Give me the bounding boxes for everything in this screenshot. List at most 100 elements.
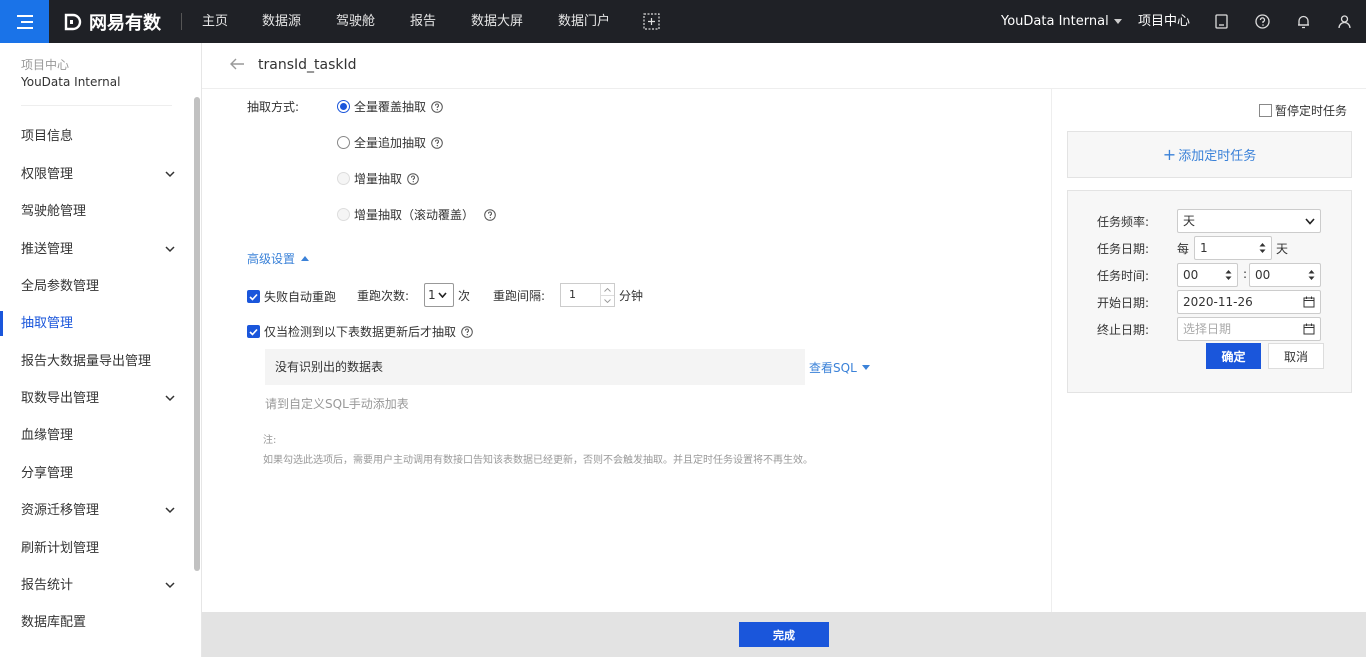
radio-incremental-rolling[interactable]: 增量抽取（滚动覆盖） xyxy=(337,206,496,223)
hour-input[interactable]: 00 xyxy=(1177,263,1238,287)
view-sql-toggle[interactable]: 查看SQL xyxy=(809,359,870,376)
radio-circle xyxy=(337,136,350,149)
number-spinner[interactable] xyxy=(600,284,614,306)
book-icon[interactable] xyxy=(1213,13,1230,30)
spin-down-icon[interactable] xyxy=(604,299,611,303)
sidebar-item-label: 项目信息 xyxy=(21,129,74,144)
logo[interactable]: 网易有数 xyxy=(63,0,161,43)
logo-mark-icon xyxy=(64,13,82,30)
freq-select[interactable]: 天 xyxy=(1177,209,1321,233)
spinner-icon[interactable] xyxy=(1259,242,1266,254)
chevron-down-icon xyxy=(438,292,447,298)
project-switcher[interactable]: YouData Internal xyxy=(1001,0,1122,43)
retry-count-select[interactable]: 1 xyxy=(424,283,454,307)
radio-label: 增量抽取 xyxy=(354,172,403,186)
spinner-icon[interactable] xyxy=(1225,269,1232,281)
add-frame-icon[interactable] xyxy=(643,13,660,30)
sidebar-item-cockpit[interactable]: 驾驶舱管理 xyxy=(0,193,195,230)
auto-retry-checkbox[interactable]: 失败自动重跑 xyxy=(247,288,336,305)
start-date-input[interactable]: 2020-11-26 xyxy=(1177,290,1321,314)
sidebar-scrollbar[interactable] xyxy=(194,97,200,571)
spinner-icon[interactable] xyxy=(1308,269,1315,281)
checkbox-unchecked-icon xyxy=(1259,104,1272,117)
sidebar-item-lineage[interactable]: 血缘管理 xyxy=(0,417,195,454)
nav-cockpit[interactable]: 驾驶舱 xyxy=(336,0,375,43)
radio-incremental[interactable]: 增量抽取 xyxy=(337,170,419,187)
done-button[interactable]: 完成 xyxy=(739,622,829,647)
chevron-down-icon xyxy=(1113,19,1122,24)
detected-tables-box: 没有识别出的数据表 xyxy=(265,349,805,385)
chevron-down-icon xyxy=(165,171,175,178)
nav-divider xyxy=(181,13,182,30)
chevron-down-icon xyxy=(165,582,175,589)
sidebar-item-extract[interactable]: 抽取管理 xyxy=(0,305,195,342)
add-schedule-button[interactable]: + 添加定时任务 xyxy=(1067,131,1352,178)
question-circle-icon[interactable] xyxy=(461,325,473,338)
menu-toggle-button[interactable] xyxy=(0,0,49,43)
nav-report[interactable]: 报告 xyxy=(410,0,436,43)
radio-label: 全量追加抽取 xyxy=(354,136,427,150)
project-center-link[interactable]: 项目中心 xyxy=(1138,0,1190,43)
sidebar-header: 项目中心 YouData Internal xyxy=(21,57,120,91)
nav-home[interactable]: 主页 xyxy=(202,0,228,43)
nav-portal[interactable]: 数据门户 xyxy=(558,0,610,43)
date-number-value: 1 xyxy=(1200,241,1208,255)
question-circle-icon[interactable] xyxy=(484,208,496,221)
sidebar-item-label: 权限管理 xyxy=(21,167,74,182)
radio-full-append[interactable]: 全量追加抽取 xyxy=(337,134,443,151)
calendar-icon[interactable] xyxy=(1303,296,1315,308)
sidebar-item-global-params[interactable]: 全局参数管理 xyxy=(0,268,195,305)
sidebar-item-permission[interactable]: 权限管理 xyxy=(0,156,195,193)
spin-up-icon[interactable] xyxy=(604,287,611,292)
sidebar-item-label: 分享管理 xyxy=(21,466,74,481)
question-circle-icon[interactable] xyxy=(431,100,443,113)
question-circle-icon[interactable] xyxy=(407,172,419,185)
help-icon[interactable] xyxy=(1254,13,1271,30)
schedule-panel: 暂停定时任务 + 添加定时任务 任务频率: 天 任务日期: 每 1 天 任务时间… xyxy=(1051,89,1366,612)
detect-update-label: 仅当检测到以下表数据更新后才抽取 xyxy=(264,325,457,339)
start-date-label: 开始日期: xyxy=(1097,296,1150,310)
sidebar-item-label: 刷新计划管理 xyxy=(21,541,100,556)
checkbox-checked-icon xyxy=(247,325,260,338)
question-circle-icon[interactable] xyxy=(431,136,443,149)
back-arrow-icon[interactable] xyxy=(229,57,245,71)
sidebar-item-label: 全局参数管理 xyxy=(21,279,100,294)
extract-mode-label: 抽取方式: xyxy=(247,100,300,114)
sidebar: 项目中心 YouData Internal 项目信息 权限管理 驾驶舱管理 推送… xyxy=(0,43,202,657)
advanced-settings-label: 高级设置 xyxy=(247,252,296,266)
retry-interval-input[interactable]: 1 xyxy=(560,283,615,307)
chevron-down-icon xyxy=(1305,218,1315,225)
checkbox-checked-icon xyxy=(247,290,260,303)
radio-label: 增量抽取（滚动覆盖） xyxy=(354,208,475,222)
advanced-settings-toggle[interactable]: 高级设置 xyxy=(247,250,310,267)
user-icon[interactable] xyxy=(1336,13,1353,30)
cancel-button[interactable]: 取消 xyxy=(1268,343,1324,369)
sidebar-item-report-stats[interactable]: 报告统计 xyxy=(0,567,195,604)
confirm-button[interactable]: 确定 xyxy=(1206,343,1261,369)
sidebar-item-db-config[interactable]: 数据库配置 xyxy=(0,604,195,641)
sidebar-item-refresh-plan[interactable]: 刷新计划管理 xyxy=(0,530,195,567)
pause-schedule-checkbox[interactable]: 暂停定时任务 xyxy=(1259,102,1347,119)
detect-update-checkbox[interactable]: 仅当检测到以下表数据更新后才抽取 xyxy=(247,323,473,340)
logo-text: 网易有数 xyxy=(89,12,161,34)
bell-icon[interactable] xyxy=(1295,13,1312,30)
sidebar-item-project-info[interactable]: 项目信息 xyxy=(0,118,195,155)
sidebar-item-share[interactable]: 分享管理 xyxy=(0,455,195,492)
auto-retry-label: 失败自动重跑 xyxy=(264,290,337,304)
radio-full-overwrite[interactable]: 全量覆盖抽取 xyxy=(337,98,443,115)
minute-input[interactable]: 00 xyxy=(1249,263,1321,287)
freq-label: 任务频率: xyxy=(1097,215,1150,229)
pause-schedule-label: 暂停定时任务 xyxy=(1275,104,1348,118)
sidebar-item-push[interactable]: 推送管理 xyxy=(0,231,195,268)
sidebar-item-migration[interactable]: 资源迁移管理 xyxy=(0,492,195,529)
calendar-icon[interactable] xyxy=(1303,323,1315,335)
sidebar-item-data-export[interactable]: 取数导出管理 xyxy=(0,380,195,417)
date-number-input[interactable]: 1 xyxy=(1194,236,1272,260)
time-label: 任务时间: xyxy=(1097,269,1150,283)
nav-datasource[interactable]: 数据源 xyxy=(262,0,301,43)
end-date-input[interactable]: 选择日期 xyxy=(1177,317,1321,341)
plus-icon: + xyxy=(1162,144,1177,164)
sidebar-item-report-export[interactable]: 报告大数据量导出管理 xyxy=(0,343,195,380)
page-header: transId_taskId xyxy=(202,43,1366,89)
nav-bigscreen[interactable]: 数据大屏 xyxy=(471,0,523,43)
